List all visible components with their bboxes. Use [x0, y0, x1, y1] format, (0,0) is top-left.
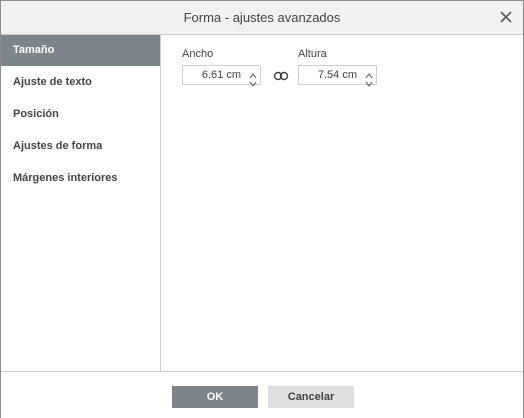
height-label: Altura [298, 48, 327, 60]
link-icon[interactable] [273, 69, 289, 81]
sidebar-item-shape-settings[interactable]: Ajustes de forma [1, 131, 160, 162]
sidebar-item-position[interactable]: Posición [1, 99, 160, 130]
cancel-button[interactable]: Cancelar [268, 386, 354, 408]
sidebar-item-label: Márgenes interiores [13, 172, 118, 184]
chevron-up-icon[interactable] [248, 67, 258, 79]
width-label: Ancho [182, 48, 214, 60]
width-input[interactable] [183, 66, 245, 84]
sidebar-item-label: Ajuste de texto [13, 76, 92, 88]
dialog-title: Forma - ajustes avanzados [183, 10, 341, 25]
width-spinner [182, 65, 261, 87]
width-spinner-arrows [246, 66, 260, 87]
dialog-footer: OK Cancelar [1, 371, 523, 418]
dialog-title-bar: Forma - ajustes avanzados [1, 1, 523, 35]
sidebar-item-label: Ajustes de forma [13, 140, 103, 152]
height-input[interactable] [299, 66, 361, 84]
chevron-up-icon[interactable] [364, 67, 374, 79]
sidebar-item-size[interactable]: Tamaño [1, 35, 160, 66]
settings-sidebar: Tamaño Ajuste de texto Posición Ajustes … [1, 35, 161, 371]
sidebar-item-label: Posición [13, 108, 59, 120]
ok-button[interactable]: OK [172, 386, 258, 408]
chevron-down-icon[interactable] [364, 75, 374, 87]
sidebar-item-label: Tamaño [13, 44, 55, 56]
chevron-down-icon[interactable] [248, 75, 258, 87]
sidebar-item-text-wrap[interactable]: Ajuste de texto [1, 67, 160, 98]
advanced-settings-dialog: Forma - ajustes avanzados Tamaño Ajuste … [0, 0, 524, 418]
close-icon[interactable] [497, 8, 515, 26]
sidebar-item-inner-margins[interactable]: Márgenes interiores [1, 163, 160, 194]
height-spinner-arrows [362, 66, 376, 87]
height-spinner [298, 65, 377, 87]
size-settings-panel: Ancho Altura [161, 35, 523, 371]
